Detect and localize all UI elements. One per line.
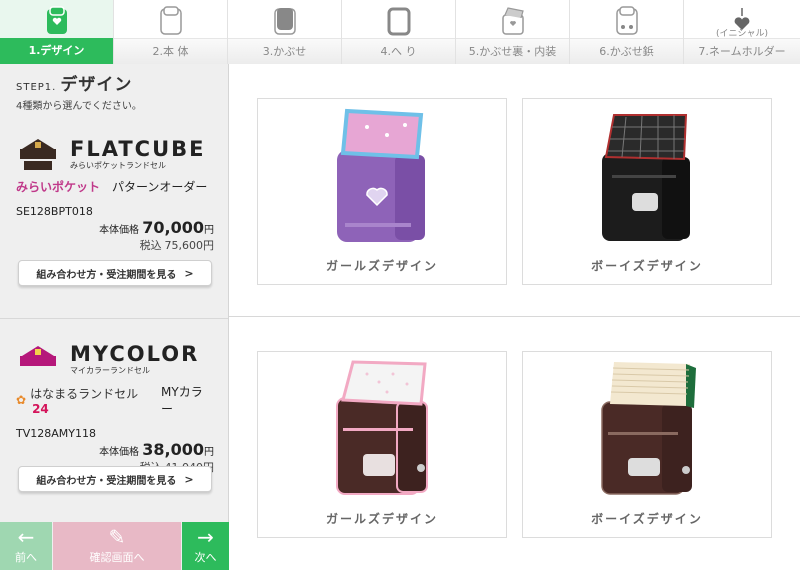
series-number: 24 bbox=[32, 401, 49, 416]
button-label: 組み合わせ方・受注期間を見る bbox=[36, 269, 177, 281]
design-grid: ガールズデザイン ボーイズデザイン ガールズデザイン ボーイズデザイン bbox=[229, 64, 800, 570]
next-label: 次へ bbox=[194, 551, 217, 564]
series-suffix: MYカラー bbox=[161, 385, 203, 416]
bag-body-icon bbox=[159, 6, 182, 35]
price-value: 38,000 bbox=[142, 440, 204, 459]
row-divider bbox=[229, 316, 800, 317]
design-card-boys-flatcube[interactable]: ボーイズデザイン bbox=[522, 98, 772, 285]
step-prefix: STEP1. bbox=[16, 82, 57, 93]
edit-icon: ✎ bbox=[108, 525, 126, 549]
topvalu-logo bbox=[16, 342, 60, 376]
tab-rivet[interactable]: 6.かぶせ鋲 bbox=[570, 0, 684, 64]
price-value: 70,000 bbox=[142, 218, 204, 237]
tab-label: 4.へ り bbox=[342, 38, 455, 64]
bag-rivet-icon bbox=[615, 6, 638, 35]
series-line: みらいポケット パターンオーダー bbox=[16, 178, 214, 195]
confirm-label: 確認画面へ bbox=[89, 551, 145, 564]
price-label: 本体価格 bbox=[99, 225, 140, 236]
tab-sublabel: (イニシャル) bbox=[715, 29, 769, 39]
view-combination-button[interactable]: 組み合わせ方・受注期間を見る > bbox=[18, 260, 212, 286]
bottom-nav: ← 前へ ✎ 確認画面へ → 次へ bbox=[0, 522, 229, 570]
yen: 円 bbox=[203, 239, 214, 252]
confirm-button[interactable]: ✎ 確認画面へ bbox=[53, 522, 181, 570]
flower-icon: ✿ bbox=[16, 393, 27, 407]
chevron-right-icon: > bbox=[184, 472, 194, 486]
button-label: 組み合わせ方・受注期間を見る bbox=[36, 475, 177, 487]
product-code: TV128AMY118 bbox=[16, 427, 96, 440]
tab-label-text: 7.ネームホルダー bbox=[698, 45, 786, 58]
prev-label: 前へ bbox=[15, 551, 37, 564]
series-name: みらいポケット bbox=[16, 180, 101, 194]
bag-interior-icon bbox=[501, 7, 524, 35]
tab-design[interactable]: 1.デザイン bbox=[0, 0, 114, 64]
design-caption: ガールズデザイン bbox=[325, 512, 438, 526]
yen: 円 bbox=[204, 225, 214, 236]
tab-edge[interactable]: 4.へ り bbox=[342, 0, 456, 64]
tab-name-holder[interactable]: (イニシャル) 7.ネームホルダー bbox=[684, 0, 800, 64]
arrow-left-icon: ← bbox=[17, 525, 35, 549]
series-name-text: はなまるランドセル bbox=[30, 386, 139, 401]
step-description: 4種類から選んでください。 bbox=[16, 101, 142, 112]
series-name: はなまるランドセル24 bbox=[30, 385, 157, 416]
tab-label: 3.かぶせ bbox=[228, 38, 341, 64]
tab-label: 2.本 体 bbox=[114, 38, 227, 64]
design-card-girls-mycolor[interactable]: ガールズデザイン bbox=[257, 351, 507, 538]
design-card-boys-mycolor[interactable]: ボーイズデザイン bbox=[522, 351, 772, 538]
step-title-text: デザイン bbox=[60, 75, 133, 95]
brand-subtitle: みらいポケットランドセル bbox=[70, 160, 166, 170]
tax-price: 75,600 bbox=[164, 239, 204, 252]
step-tabs: 1.デザイン 2.本 体 3.かぶせ 4.へ り 5.かぶせ裏・内装 6.かぶせ… bbox=[0, 0, 800, 64]
arrow-right-icon: → bbox=[197, 525, 214, 549]
bag-edge-icon bbox=[387, 7, 410, 36]
tab-label: 5.かぶせ裏・内装 bbox=[456, 38, 569, 64]
tab-label: 1.デザイン bbox=[0, 38, 113, 64]
design-caption: ボーイズデザイン bbox=[591, 259, 703, 273]
bag-flap-icon bbox=[273, 8, 296, 35]
randoseru-image bbox=[337, 108, 425, 242]
step-title: STEP1. デザイン bbox=[16, 70, 228, 95]
product-code: SE128BPT018 bbox=[16, 205, 93, 218]
sidebar: STEP1. デザイン 4種類から選んでください。 FLATCUBE みらいポケッ… bbox=[0, 64, 229, 570]
design-card-girls-flatcube[interactable]: ガールズデザイン bbox=[257, 98, 507, 285]
brand-subtitle: マイカラーランドセル bbox=[70, 365, 150, 375]
step-header: STEP1. デザイン 4種類から選んでください。 bbox=[0, 64, 228, 114]
randoseru-image bbox=[601, 362, 696, 495]
tab-label: 6.かぶせ鋲 bbox=[570, 38, 683, 64]
randoseru-image bbox=[336, 360, 428, 495]
tax-inclusive: 税込 75,600円 bbox=[139, 239, 214, 252]
price-block: 本体価格 70,000円 税込 75,600円 bbox=[16, 220, 214, 255]
tab-label: (イニシャル) 7.ネームホルダー bbox=[684, 29, 800, 64]
brand-name: MYCOLOR bbox=[70, 341, 200, 366]
tab-label-text: 6.かぶせ鋲 bbox=[599, 45, 654, 58]
brand-block: MYCOLOR マイカラーランドセル bbox=[16, 341, 214, 377]
bag-front-icon bbox=[46, 6, 67, 34]
brand-name: FLATCUBE bbox=[70, 136, 206, 161]
yen: 円 bbox=[204, 447, 214, 458]
chevron-right-icon: > bbox=[184, 266, 194, 280]
tab-flap[interactable]: 3.かぶせ bbox=[228, 0, 342, 64]
randoseru-image bbox=[602, 114, 690, 241]
design-caption: ボーイズデザイン bbox=[591, 512, 703, 526]
brand-block: FLATCUBE みらいポケットランドセル bbox=[16, 136, 214, 172]
design-caption: ガールズデザイン bbox=[325, 259, 438, 273]
series-suffix: パターンオーダー bbox=[112, 180, 208, 194]
topvalu-select-logo bbox=[16, 137, 60, 171]
tab-interior[interactable]: 5.かぶせ裏・内装 bbox=[456, 0, 570, 64]
price-label: 本体価格 bbox=[99, 447, 140, 458]
next-button[interactable]: → 次へ bbox=[182, 522, 229, 570]
tab-body[interactable]: 2.本 体 bbox=[114, 0, 228, 64]
view-combination-button[interactable]: 組み合わせ方・受注期間を見る > bbox=[18, 466, 212, 492]
prev-button[interactable]: ← 前へ bbox=[0, 522, 52, 570]
series-line: ✿ はなまるランドセル24 MYカラー bbox=[16, 383, 214, 417]
tax-label: 税込 bbox=[139, 239, 162, 252]
